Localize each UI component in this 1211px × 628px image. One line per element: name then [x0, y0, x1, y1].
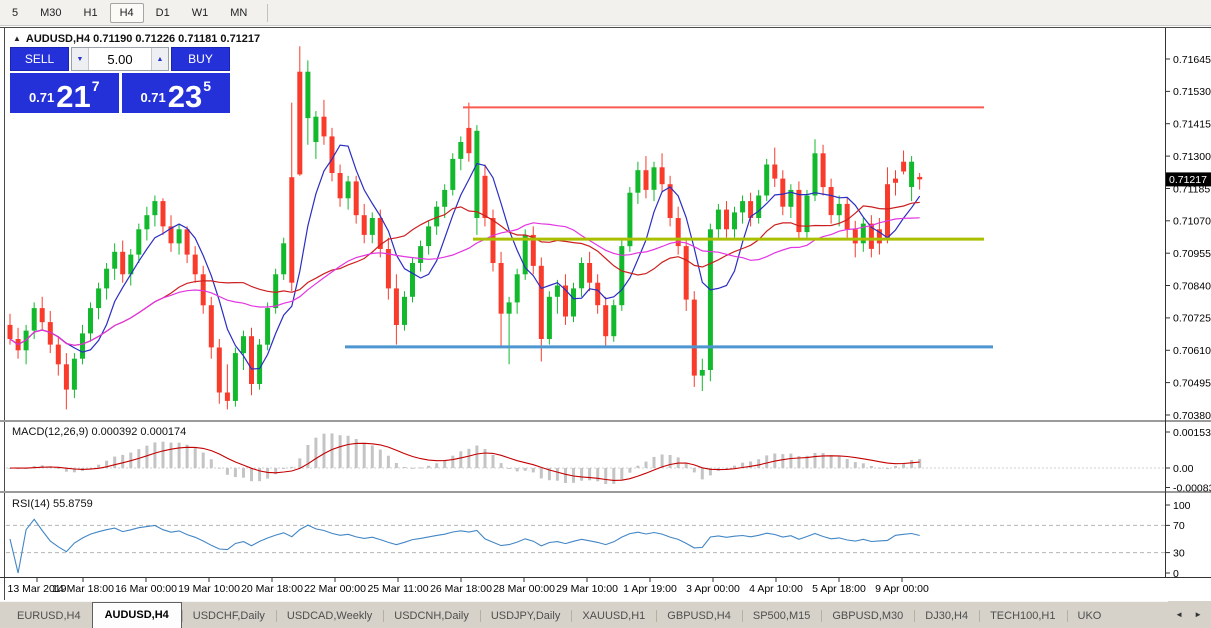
- chart-tab-USDCNH-Daily[interactable]: USDCNH,Daily: [383, 604, 480, 628]
- svg-text:0.001538: 0.001538: [1173, 427, 1211, 439]
- ohlc-text: AUDUSD,H4 0.71190 0.71226 0.71181 0.7121…: [25, 33, 261, 45]
- price-axis: 0.716450.715300.714150.713000.711850.710…: [1165, 54, 1211, 422]
- sell-button[interactable]: SELL: [10, 47, 69, 71]
- chart-tab-TECH100-H1[interactable]: TECH100,H1: [979, 604, 1066, 628]
- svg-text:0.71300: 0.71300: [1173, 151, 1211, 163]
- svg-text:3 Apr 00:00: 3 Apr 00:00: [686, 583, 740, 595]
- one-click-collapse-icon[interactable]: ▲: [13, 34, 21, 43]
- svg-text:19 Mar 10:00: 19 Mar 10:00: [178, 583, 240, 595]
- timeframe-button-D1[interactable]: D1: [146, 3, 180, 23]
- timeframe-button-H1[interactable]: H1: [74, 3, 108, 23]
- one-click-trading-panel: SELL ▼ 5.00 ▲ BUY 0.71 21 7 0.71 23 5: [10, 47, 230, 113]
- svg-text:0.70610: 0.70610: [1173, 345, 1211, 357]
- time-axis: 13 Mar 201914 Mar 18:00 16 Mar 00:00 19 Ma…: [8, 578, 929, 595]
- svg-text:5 Apr 18:00: 5 Apr 18:00: [812, 583, 866, 595]
- svg-text:4 Apr 10:00: 4 Apr 10:00: [749, 583, 803, 595]
- bid-price-display[interactable]: 0.71 21 7: [10, 73, 119, 113]
- chart-tab-UKO[interactable]: UKO: [1066, 604, 1113, 628]
- macd-axis: 0.001538 0.00 -0.000835: [1165, 427, 1211, 494]
- svg-text:1 Apr 19:00: 1 Apr 19:00: [623, 583, 677, 595]
- tab-scroll-arrows: ◄ ►: [1168, 601, 1211, 628]
- timeframe-button-H4[interactable]: H4: [109, 2, 144, 23]
- symbol-ohlc-header: ▲ AUDUSD,H4 0.71190 0.71226 0.71181 0.712…: [13, 33, 260, 45]
- volume-increase-button[interactable]: ▲: [151, 48, 168, 70]
- macd-indicator-label: MACD(12,26,9) 0.000392 0.000174: [12, 426, 187, 438]
- ask-prefix: 0.71: [140, 90, 166, 105]
- chart-tab-AUDUSD-H4[interactable]: AUDUSD,H4: [91, 602, 182, 628]
- svg-text:0.70840: 0.70840: [1173, 280, 1211, 292]
- chart-tabs-bar: EURUSD,H4 AUDUSD,H4 USDCHF,Daily USDCAD,Wee…: [0, 601, 1211, 628]
- svg-text:26 Mar 18:00: 26 Mar 18:00: [430, 583, 492, 595]
- timeframe-button-MN[interactable]: MN: [220, 3, 257, 23]
- svg-text:-0.000835: -0.000835: [1173, 482, 1211, 494]
- svg-text:0.71415: 0.71415: [1173, 119, 1211, 131]
- svg-text:0.70380: 0.70380: [1173, 410, 1211, 422]
- svg-text:0.00: 0.00: [1173, 463, 1194, 475]
- current-price-label: 0.71217: [1166, 172, 1211, 187]
- svg-text:0.71070: 0.71070: [1173, 216, 1211, 228]
- chart-tab-SP500-M15[interactable]: SP500,M15: [741, 604, 821, 628]
- toolbar-separator: [267, 3, 269, 22]
- chart-tab-USDJPY-Daily[interactable]: USDJPY,Daily: [479, 604, 572, 628]
- volume-decrease-button[interactable]: ▼: [72, 48, 89, 70]
- svg-text:0.71645: 0.71645: [1173, 54, 1211, 66]
- svg-text:22 Mar 00:00: 22 Mar 00:00: [304, 583, 366, 595]
- ask-pips: 23: [167, 79, 203, 114]
- bid-pips: 21: [56, 79, 91, 114]
- timeframe-button-W1[interactable]: W1: [182, 3, 219, 23]
- timeframe-button-5[interactable]: 5: [2, 3, 28, 23]
- svg-text:0: 0: [1173, 568, 1179, 580]
- chart-tab-GBPUSD-M30[interactable]: GBPUSD,M30: [821, 604, 914, 628]
- svg-text:29 Mar 10:00: 29 Mar 10:00: [556, 583, 618, 595]
- tab-scroll-right-icon[interactable]: ►: [1194, 610, 1202, 619]
- svg-text:20 Mar 18:00: 20 Mar 18:00: [241, 583, 303, 595]
- chart-tab-DJ30-H4[interactable]: DJ30,H4: [914, 604, 979, 628]
- svg-text:0.70725: 0.70725: [1173, 313, 1211, 325]
- volume-input[interactable]: 5.00: [89, 48, 151, 70]
- volume-stepper: ▼ 5.00 ▲: [71, 47, 169, 71]
- svg-text:25 Mar 11:00: 25 Mar 11:00: [367, 583, 428, 595]
- svg-text:16 Mar 00:00: 16 Mar 00:00: [115, 583, 177, 595]
- rsi-indicator-label: RSI(14) 55.8759: [12, 498, 93, 510]
- bid-pipette: 7: [91, 78, 100, 94]
- chart-tab-USDCHF-Daily[interactable]: USDCHF,Daily: [181, 604, 276, 628]
- timeframe-button-M30[interactable]: M30: [30, 3, 71, 23]
- chart-tab-USDCAD-Weekly[interactable]: USDCAD,Weekly: [275, 604, 383, 628]
- rsi-line: [9, 518, 920, 574]
- ask-pipette: 5: [203, 78, 212, 94]
- svg-text:14 Mar 18:00: 14 Mar 18:00: [52, 583, 114, 595]
- bid-prefix: 0.71: [28, 90, 55, 105]
- chart-tab-EURUSD-H4[interactable]: EURUSD,H4: [6, 604, 92, 628]
- rsi-axis: 100 70 30 0: [1165, 500, 1191, 580]
- timeframe-toolbar: 5 M30 H1 H4 D1 W1 MN: [0, 0, 1211, 26]
- chart-tab-GBPUSD-H4[interactable]: GBPUSD,H4: [656, 604, 742, 628]
- svg-text:0.71530: 0.71530: [1173, 86, 1211, 98]
- svg-text:0.70495: 0.70495: [1173, 377, 1211, 389]
- buy-button[interactable]: BUY: [171, 47, 230, 71]
- chart-tab-XAUUSD-H1[interactable]: XAUUSD,H1: [571, 604, 656, 628]
- svg-text:30: 30: [1173, 547, 1185, 559]
- tab-scroll-left-icon[interactable]: ◄: [1175, 610, 1183, 619]
- svg-text:0.70955: 0.70955: [1173, 248, 1211, 260]
- svg-text:0.71217: 0.71217: [1169, 174, 1207, 186]
- svg-text:70: 70: [1173, 520, 1185, 532]
- svg-text:100: 100: [1173, 500, 1191, 512]
- svg-text:9 Apr 00:00: 9 Apr 00:00: [875, 583, 929, 595]
- ask-price-display[interactable]: 0.71 23 5: [121, 73, 230, 114]
- macd-histogram: [8, 433, 922, 484]
- svg-text:28 Mar 00:00: 28 Mar 00:00: [493, 583, 555, 595]
